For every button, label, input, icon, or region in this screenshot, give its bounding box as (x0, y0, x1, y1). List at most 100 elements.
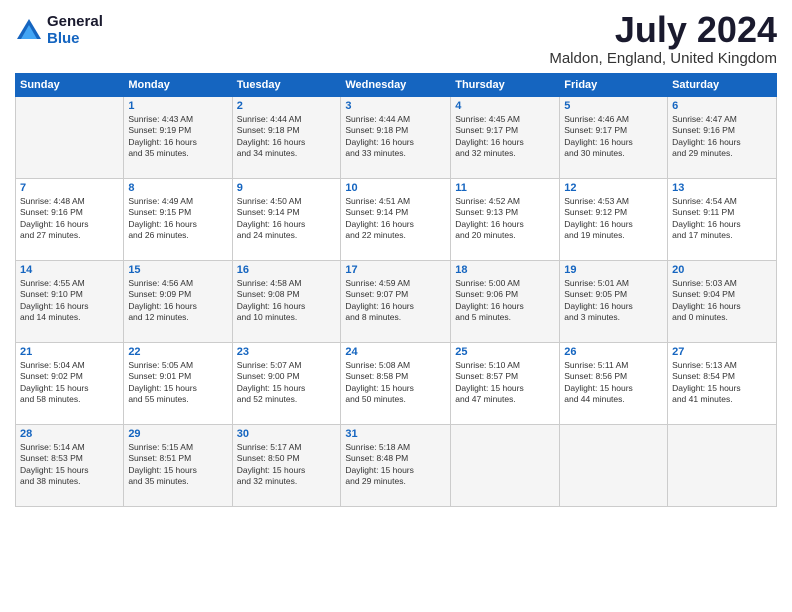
title-block: July 2024 Maldon, England, United Kingdo… (549, 10, 777, 67)
day-cell: 1 Sunrise: 4:43 AM Sunset: 9:19 PM Daylig… (124, 96, 232, 178)
col-sunday: Sunday (16, 73, 124, 96)
day-cell (668, 424, 777, 506)
day-cell: 29 Sunrise: 5:15 AM Sunset: 8:51 PM Dayli… (124, 424, 232, 506)
day-info: Sunrise: 5:07 AM Sunset: 9:00 PM Dayligh… (237, 360, 337, 406)
day-cell: 7Sunrise: 4:48 AM Sunset: 9:16 PM Daylig… (16, 178, 124, 260)
day-cell: 20 Sunrise: 5:03 AM Sunset: 9:04 PM Dayli… (668, 260, 777, 342)
day-number: 27 (672, 346, 772, 358)
day-cell: 3 Sunrise: 4:44 AM Sunset: 9:18 PM Daylig… (341, 96, 451, 178)
day-cell (560, 424, 668, 506)
day-number: 13 (672, 182, 772, 194)
logo-text: General Blue (47, 14, 103, 47)
day-info: Sunrise: 4:43 AM Sunset: 9:19 PM Dayligh… (128, 114, 227, 160)
day-number: 15 (128, 264, 227, 276)
day-number: 21 (20, 346, 119, 358)
day-info: Sunrise: 4:48 AM Sunset: 9:16 PM Dayligh… (20, 196, 119, 242)
week-row-2: 7Sunrise: 4:48 AM Sunset: 9:16 PM Daylig… (16, 178, 777, 260)
day-cell: 19Sunrise: 5:01 AM Sunset: 9:05 PM Dayli… (560, 260, 668, 342)
day-info: Sunrise: 4:54 AM Sunset: 9:11 PM Dayligh… (672, 196, 772, 242)
calendar-body: 1 Sunrise: 4:43 AM Sunset: 9:19 PM Daylig… (16, 96, 777, 506)
day-info: Sunrise: 4:44 AM Sunset: 9:18 PM Dayligh… (345, 114, 446, 160)
location: Maldon, England, United Kingdom (549, 50, 777, 67)
day-info: Sunrise: 4:49 AM Sunset: 9:15 PM Dayligh… (128, 196, 227, 242)
calendar-table: Sunday Monday Tuesday Wednesday Thursday… (15, 73, 777, 507)
header: General Blue July 2024 Maldon, England, … (15, 10, 777, 67)
week-row-4: 21 Sunrise: 5:04 AM Sunset: 9:02 PM Dayli… (16, 342, 777, 424)
day-info: Sunrise: 4:44 AM Sunset: 9:18 PM Dayligh… (237, 114, 337, 160)
day-info: Sunrise: 5:00 AM Sunset: 9:06 PM Dayligh… (455, 278, 555, 324)
day-cell: 8 Sunrise: 4:49 AM Sunset: 9:15 PM Daylig… (124, 178, 232, 260)
day-cell: 22 Sunrise: 5:05 AM Sunset: 9:01 PM Dayli… (124, 342, 232, 424)
day-info: Sunrise: 5:03 AM Sunset: 9:04 PM Dayligh… (672, 278, 772, 324)
day-info: Sunrise: 4:53 AM Sunset: 9:12 PM Dayligh… (564, 196, 663, 242)
day-number: 23 (237, 346, 337, 358)
day-info: Sunrise: 5:17 AM Sunset: 8:50 PM Dayligh… (237, 442, 337, 488)
logo-general: General (47, 14, 103, 31)
header-row: Sunday Monday Tuesday Wednesday Thursday… (16, 73, 777, 96)
logo-icon (15, 17, 43, 45)
day-info: Sunrise: 5:15 AM Sunset: 8:51 PM Dayligh… (128, 442, 227, 488)
day-number: 4 (455, 100, 555, 112)
day-cell (451, 424, 560, 506)
day-number: 1 (128, 100, 227, 112)
day-cell: 9Sunrise: 4:50 AM Sunset: 9:14 PM Daylig… (232, 178, 341, 260)
day-number: 3 (345, 100, 446, 112)
day-number: 31 (345, 428, 446, 440)
day-cell: 2 Sunrise: 4:44 AM Sunset: 9:18 PM Daylig… (232, 96, 341, 178)
day-info: Sunrise: 5:18 AM Sunset: 8:48 PM Dayligh… (345, 442, 446, 488)
day-info: Sunrise: 4:56 AM Sunset: 9:09 PM Dayligh… (128, 278, 227, 324)
col-tuesday: Tuesday (232, 73, 341, 96)
day-number: 24 (345, 346, 446, 358)
day-cell: 21 Sunrise: 5:04 AM Sunset: 9:02 PM Dayli… (16, 342, 124, 424)
day-number: 6 (672, 100, 772, 112)
col-thursday: Thursday (451, 73, 560, 96)
day-info: Sunrise: 5:08 AM Sunset: 8:58 PM Dayligh… (345, 360, 446, 406)
logo-blue: Blue (47, 31, 103, 48)
day-cell: 11Sunrise: 4:52 AM Sunset: 9:13 PM Dayli… (451, 178, 560, 260)
day-info: Sunrise: 5:01 AM Sunset: 9:05 PM Dayligh… (564, 278, 663, 324)
day-number: 20 (672, 264, 772, 276)
day-cell: 18Sunrise: 5:00 AM Sunset: 9:06 PM Dayli… (451, 260, 560, 342)
day-cell: 25 Sunrise: 5:10 AM Sunset: 8:57 PM Dayli… (451, 342, 560, 424)
day-info: Sunrise: 5:11 AM Sunset: 8:56 PM Dayligh… (564, 360, 663, 406)
col-friday: Friday (560, 73, 668, 96)
day-cell (16, 96, 124, 178)
day-number: 5 (564, 100, 663, 112)
day-number: 2 (237, 100, 337, 112)
day-cell: 27 Sunrise: 5:13 AM Sunset: 8:54 PM Dayli… (668, 342, 777, 424)
day-info: Sunrise: 5:04 AM Sunset: 9:02 PM Dayligh… (20, 360, 119, 406)
day-number: 22 (128, 346, 227, 358)
day-number: 8 (128, 182, 227, 194)
day-number: 29 (128, 428, 227, 440)
day-cell: 16 Sunrise: 4:58 AM Sunset: 9:08 PM Dayli… (232, 260, 341, 342)
day-cell: 30Sunrise: 5:17 AM Sunset: 8:50 PM Dayli… (232, 424, 341, 506)
day-info: Sunrise: 5:14 AM Sunset: 8:53 PM Dayligh… (20, 442, 119, 488)
day-number: 14 (20, 264, 119, 276)
day-info: Sunrise: 5:13 AM Sunset: 8:54 PM Dayligh… (672, 360, 772, 406)
day-info: Sunrise: 5:10 AM Sunset: 8:57 PM Dayligh… (455, 360, 555, 406)
day-info: Sunrise: 4:50 AM Sunset: 9:14 PM Dayligh… (237, 196, 337, 242)
day-cell: 4Sunrise: 4:45 AM Sunset: 9:17 PM Daylig… (451, 96, 560, 178)
day-number: 28 (20, 428, 119, 440)
col-saturday: Saturday (668, 73, 777, 96)
calendar-page: General Blue July 2024 Maldon, England, … (0, 0, 792, 612)
day-cell: 17Sunrise: 4:59 AM Sunset: 9:07 PM Dayli… (341, 260, 451, 342)
col-wednesday: Wednesday (341, 73, 451, 96)
day-number: 16 (237, 264, 337, 276)
day-cell: 28 Sunrise: 5:14 AM Sunset: 8:53 PM Dayli… (16, 424, 124, 506)
day-info: Sunrise: 4:58 AM Sunset: 9:08 PM Dayligh… (237, 278, 337, 324)
day-number: 11 (455, 182, 555, 194)
day-number: 10 (345, 182, 446, 194)
day-info: Sunrise: 5:05 AM Sunset: 9:01 PM Dayligh… (128, 360, 227, 406)
day-cell: 31 Sunrise: 5:18 AM Sunset: 8:48 PM Dayli… (341, 424, 451, 506)
week-row-5: 28 Sunrise: 5:14 AM Sunset: 8:53 PM Dayli… (16, 424, 777, 506)
day-number: 12 (564, 182, 663, 194)
col-monday: Monday (124, 73, 232, 96)
day-cell: 6Sunrise: 4:47 AM Sunset: 9:16 PM Daylig… (668, 96, 777, 178)
logo: General Blue (15, 14, 103, 47)
day-cell: 12 Sunrise: 4:53 AM Sunset: 9:12 PM Dayli… (560, 178, 668, 260)
day-cell: 13 Sunrise: 4:54 AM Sunset: 9:11 PM Dayli… (668, 178, 777, 260)
day-cell: 26Sunrise: 5:11 AM Sunset: 8:56 PM Dayli… (560, 342, 668, 424)
day-info: Sunrise: 4:59 AM Sunset: 9:07 PM Dayligh… (345, 278, 446, 324)
day-number: 25 (455, 346, 555, 358)
